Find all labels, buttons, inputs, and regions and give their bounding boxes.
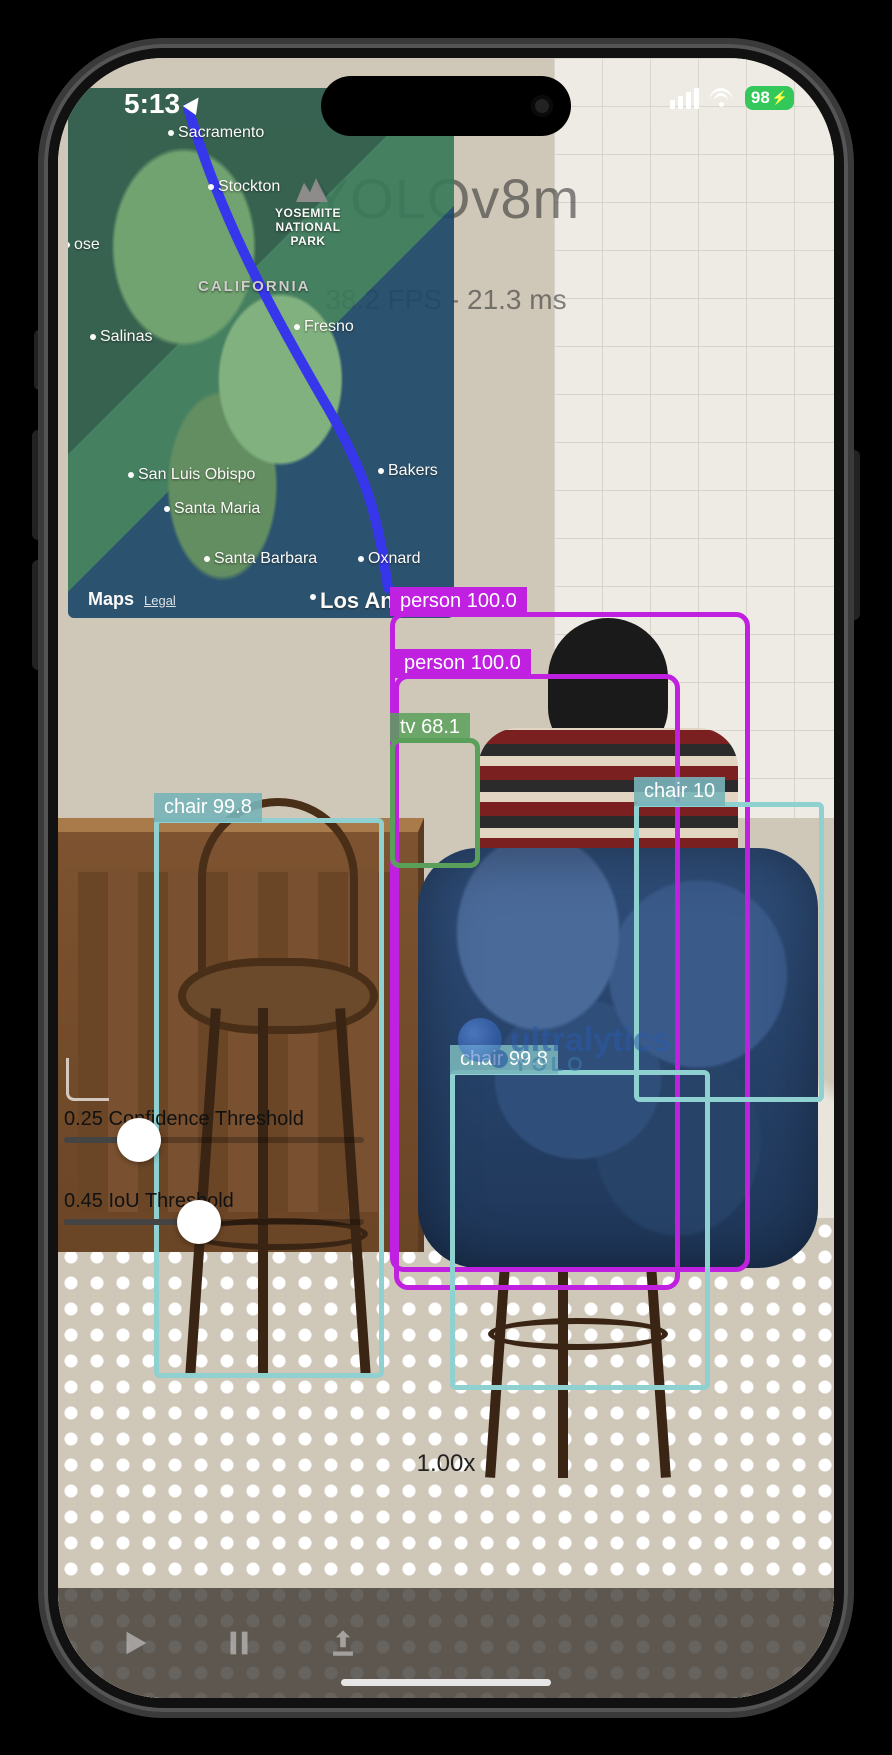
map-route [68,88,454,618]
location-arrow-icon [183,93,205,115]
phone-frame: YOLOv8m 38.2 FPS - 21.3 ms YOSEMITE NATI… [44,44,848,1712]
detection-label: person 100.0 [394,649,531,678]
detection-label: chair 10 [634,777,725,806]
map-legal-link[interactable]: Legal [144,593,176,608]
map-city-label: San Luis Obispo [138,466,255,484]
detection-label: person 100.0 [390,587,527,616]
mute-switch[interactable] [34,330,44,390]
home-indicator[interactable] [341,1679,551,1686]
map-city-label: Santa Barbara [214,550,317,568]
volume-down-button[interactable] [32,560,44,670]
cellular-signal-icon [670,88,699,109]
clock-text: 5:13 [124,88,180,120]
pause-icon[interactable] [222,1626,256,1660]
iou-value: 0.45 [64,1190,103,1212]
battery-percent: 98 [751,88,770,108]
detection-label: chair 99.8 [154,793,262,822]
share-icon[interactable] [326,1626,360,1660]
map-city-label: Fresno [304,318,354,336]
status-time: 5:13 [124,88,202,120]
detection-label: tv 68.1 [390,713,470,742]
confidence-slider[interactable]: 0.25 Confidence Threshold [64,1108,364,1143]
ultralytics-logo-icon [458,1018,502,1062]
status-bar: 5:13 98 [58,76,834,130]
map-city-label: Bakers [388,462,438,480]
map-city-label: Oxnard [368,550,420,568]
confidence-value: 0.25 [64,1108,103,1130]
ultralytics-watermark: ultralytics YOLO [458,1018,671,1062]
map-attribution: Maps Legal [78,589,176,610]
map-city-label: Stockton [218,178,280,196]
watermark-sub: YOLO [514,1054,587,1077]
iou-slider[interactable]: 0.45 IoU Threshold [64,1190,364,1225]
detection-box-chair: chair 99.8 [154,818,384,1378]
confidence-slider-thumb[interactable] [117,1118,161,1162]
detection-box-tv: tv 68.1 [390,738,480,868]
zoom-level[interactable]: 1.00x [417,1450,476,1478]
map-city-label: ose [74,236,100,254]
play-icon[interactable] [118,1626,152,1660]
map-region-label: CALIFORNIA [198,278,311,295]
viewfinder-bracket [66,1058,109,1101]
detection-box-chair: chair 99.8 [450,1070,710,1390]
maps-label: Maps [88,589,134,610]
map-city-label: Salinas [100,328,152,346]
map-city-label: Santa Maria [174,500,260,518]
wifi-icon [709,88,735,108]
battery-badge: 98 [745,86,794,110]
map-overlay[interactable]: YOSEMITE NATIONAL PARK CALIFORNIA Sacram… [68,88,454,618]
volume-up-button[interactable] [32,430,44,540]
power-button[interactable] [848,450,860,620]
screen: YOLOv8m 38.2 FPS - 21.3 ms YOSEMITE NATI… [58,58,834,1698]
iou-slider-thumb[interactable] [177,1200,221,1244]
